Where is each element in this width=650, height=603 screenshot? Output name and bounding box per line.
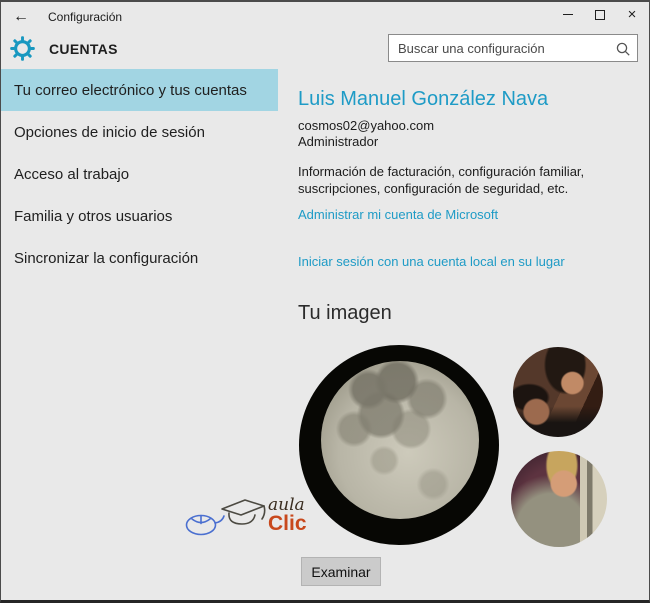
settings-window: ← Configuración ×: [0, 0, 650, 603]
account-email: cosmos02@yahoo.com: [298, 118, 434, 133]
sidebar-item-label: Acceso al trabajo: [14, 166, 129, 183]
aulaclic-logo-icon: [184, 489, 266, 541]
sidebar-item-label: Opciones de inicio de sesión: [14, 124, 205, 141]
sidebar-item-email-accounts[interactable]: Tu correo electrónico y tus cuentas: [1, 69, 278, 111]
aulaclic-logo-text: aula Clic: [268, 496, 307, 534]
search-icon[interactable]: [615, 41, 631, 62]
browse-button[interactable]: Examinar: [301, 557, 381, 586]
previous-picture-2[interactable]: [511, 451, 607, 547]
sidebar-item-label: Sincronizar la configuración: [14, 250, 198, 267]
back-button[interactable]: ←: [7, 4, 35, 29]
moon-image: [321, 361, 479, 519]
close-icon: ×: [628, 7, 637, 22]
local-account-link[interactable]: Iniciar sesión con una cuenta local en s…: [298, 254, 565, 269]
window-title: Configuración: [48, 10, 122, 24]
search-box: [388, 34, 638, 62]
sidebar-item-label: Tu correo electrónico y tus cuentas: [14, 82, 247, 99]
gear-icon: [10, 36, 35, 66]
maximize-icon: [595, 10, 605, 20]
logo-clic-text: Clic: [268, 514, 307, 534]
search-input[interactable]: [389, 35, 637, 61]
minimize-icon: [563, 14, 573, 15]
manage-account-link[interactable]: Administrar mi cuenta de Microsoft: [298, 207, 498, 222]
sidebar-item-work-access[interactable]: Acceso al trabajo: [1, 153, 278, 195]
sidebar: Tu correo electrónico y tus cuentas Opci…: [1, 69, 278, 279]
account-role: Administrador: [298, 134, 378, 149]
sidebar-item-signin-options[interactable]: Opciones de inicio de sesión: [1, 111, 278, 153]
sidebar-item-sync-settings[interactable]: Sincronizar la configuración: [1, 237, 278, 279]
page-title: CUENTAS: [49, 41, 118, 57]
window-controls: ×: [552, 2, 648, 27]
back-arrow-icon: ←: [13, 8, 29, 26]
picture-section-title: Tu imagen: [298, 302, 392, 325]
previous-picture-1[interactable]: [513, 347, 603, 437]
sidebar-item-family-users[interactable]: Familia y otros usuarios: [1, 195, 278, 237]
sidebar-item-label: Familia y otros usuarios: [14, 208, 172, 225]
titlebar: ← Configuración ×: [1, 2, 649, 32]
aulaclic-watermark: aula Clic: [184, 489, 307, 541]
close-button[interactable]: ×: [616, 2, 648, 27]
account-name: Luis Manuel González Nava: [298, 88, 548, 111]
current-profile-picture-moon: [299, 345, 499, 545]
account-description: Información de facturación, configuració…: [298, 163, 643, 197]
maximize-button[interactable]: [584, 2, 616, 27]
minimize-button[interactable]: [552, 2, 584, 27]
